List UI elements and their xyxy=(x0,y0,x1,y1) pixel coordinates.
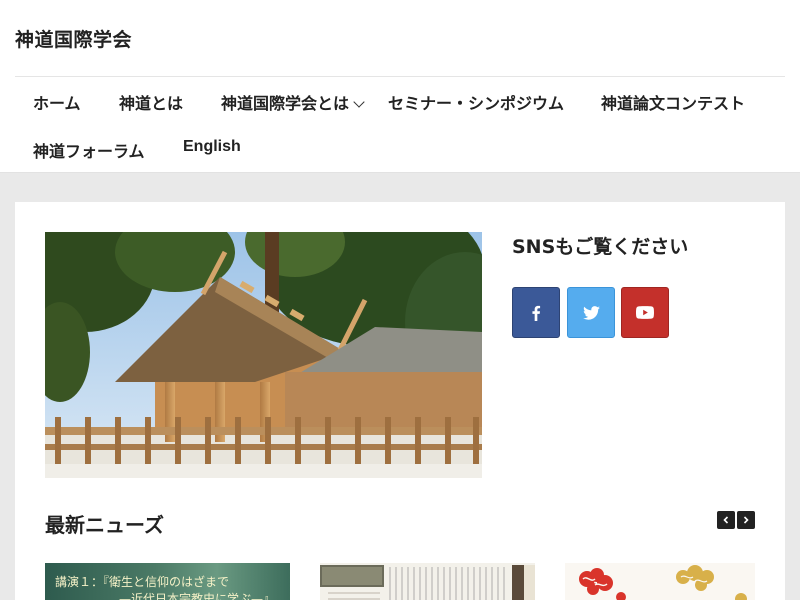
youtube-button[interactable] xyxy=(621,287,669,338)
chevron-right-icon xyxy=(743,516,749,524)
nav-item-english[interactable]: English xyxy=(183,138,241,156)
nav-item-contest[interactable]: 神道論文コンテスト xyxy=(601,90,745,114)
thumbnail-caption: 講演１：『衛生と信仰のはざまで xyxy=(55,575,230,589)
nav-item-label: セミナー・シンポジウム xyxy=(388,94,565,113)
main-content: SNSもご覧ください 最新ニューズ 講演１：『衛生と信仰のはざまで —近代日本宗… xyxy=(15,202,785,600)
chevron-left-icon xyxy=(723,516,729,524)
nav-divider xyxy=(15,76,785,77)
newspaper-image xyxy=(320,563,535,600)
decorative-pattern-image xyxy=(565,563,755,600)
news-section-title: 最新ニューズ xyxy=(45,513,164,537)
news-thumbnail-lecture[interactable]: 講演１：『衛生と信仰のはざまで —近代日本宗教史に学ぶ—』 xyxy=(45,563,290,600)
facebook-icon xyxy=(532,305,541,321)
shrine-photo xyxy=(45,232,482,478)
nav-item-label: English xyxy=(183,138,241,155)
youtube-icon xyxy=(636,306,654,319)
nav-item-forum[interactable]: 神道フォーラム xyxy=(33,138,145,162)
nav-item-label: 神道フォーラム xyxy=(33,142,145,161)
news-next-button[interactable] xyxy=(737,511,755,529)
chevron-down-icon xyxy=(353,96,365,108)
news-prev-button[interactable] xyxy=(717,511,735,529)
twitter-icon xyxy=(582,305,600,320)
hero-image[interactable] xyxy=(45,232,482,478)
nav-item-label: 神道とは xyxy=(119,94,184,113)
site-title[interactable]: 神道国際学会 xyxy=(15,25,132,52)
sns-title: SNSもご覧ください xyxy=(512,236,689,258)
nav-item-about[interactable]: 神道国際学会とは xyxy=(221,90,365,114)
news-thumbnail-pattern[interactable] xyxy=(565,563,755,600)
twitter-button[interactable] xyxy=(567,287,615,338)
facebook-button[interactable] xyxy=(512,287,560,338)
nav-item-seminar[interactable]: セミナー・シンポジウム xyxy=(388,90,564,114)
nav-item-home[interactable]: ホーム xyxy=(33,90,81,114)
nav-item-label: 神道論文コンテスト xyxy=(601,94,746,113)
nav-item-label: 神道国際学会とは xyxy=(221,94,350,113)
nav-item-what-is-shinto[interactable]: 神道とは xyxy=(119,90,183,114)
news-thumbnail-newspaper[interactable] xyxy=(320,563,535,600)
nav-item-label: ホーム xyxy=(33,94,81,113)
thumbnail-caption: —近代日本宗教史に学ぶ—』 xyxy=(119,592,276,600)
site-header: 神道国際学会 ホーム 神道とは 神道国際学会とは セミナー・シンポジウム 神道論… xyxy=(0,0,800,173)
